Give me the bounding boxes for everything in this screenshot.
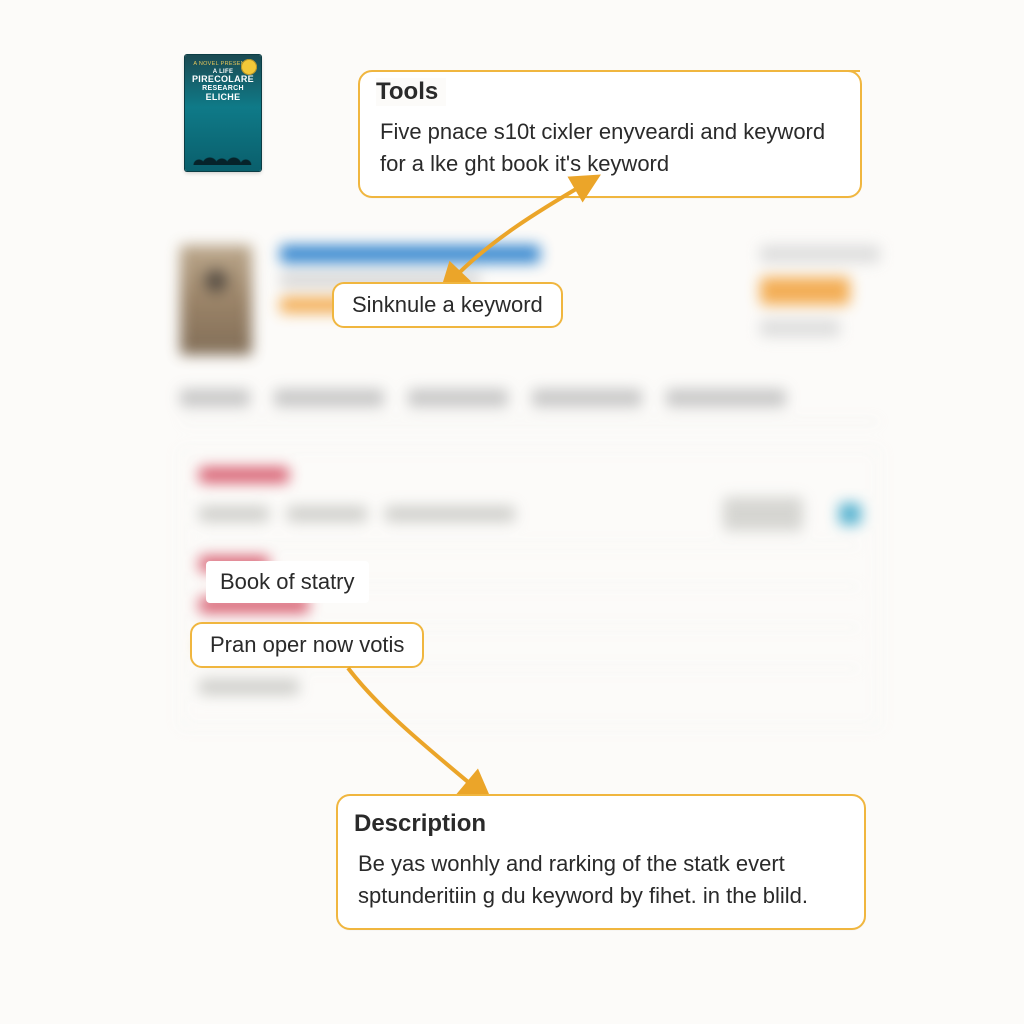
highlight-keyword: Sinknule a keyword: [332, 282, 563, 328]
cover-line-2: PIRECOLARE: [192, 75, 254, 84]
highlight-keyword-text: Sinknule a keyword: [352, 292, 543, 317]
highlight-book-text: Book of statry: [220, 569, 355, 594]
callout-tools-body: Five pnace s10t cixler enyveardi and key…: [380, 116, 840, 180]
callout-description: Description Be yas wonhly and rarking of…: [336, 794, 866, 930]
callout-tools: Tools Five pnace s10t cixler enyveardi a…: [358, 70, 862, 198]
cover-line-3: RESEARCH: [202, 85, 244, 92]
highlight-book-of-statry: Book of statry: [206, 561, 369, 603]
cover-line-4: ELICHE: [206, 92, 241, 102]
book-cover-thumbnail: A NOVEL PRESENTS A LIFE PIRECOLARE RESEA…: [185, 55, 261, 171]
callout-description-heading: Description: [354, 810, 844, 838]
highlight-pran-oper: Pran oper now votis: [190, 622, 424, 668]
bestseller-seal-icon: [241, 59, 257, 75]
callout-tools-heading: Tools: [376, 78, 446, 106]
callout-description-body: Be yas wonhly and rarking of the statk e…: [358, 848, 844, 912]
cover-silhouette-art: [193, 143, 253, 165]
highlight-pran-text: Pran oper now votis: [210, 632, 404, 657]
